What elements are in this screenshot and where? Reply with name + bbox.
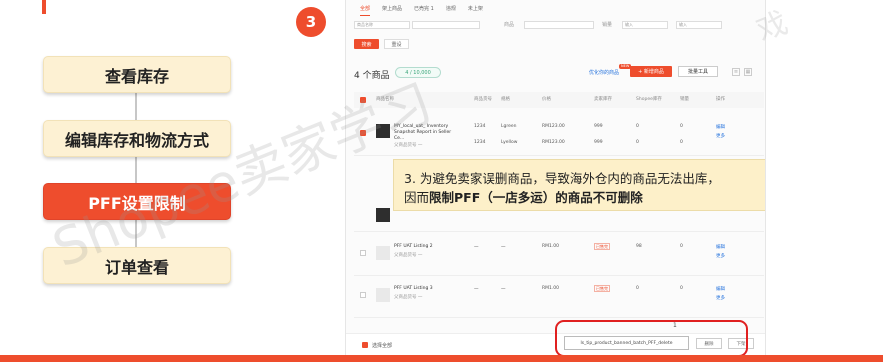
sales: 0 bbox=[680, 124, 683, 129]
step-number-badge: 3 bbox=[296, 7, 326, 37]
product-count: 4 个商品 bbox=[354, 71, 390, 81]
col-price: 价格 bbox=[542, 97, 551, 102]
product-name-input[interactable] bbox=[412, 21, 480, 29]
col-shopee-stock: Shopee库存 bbox=[636, 97, 662, 102]
product-count-badge: 4 / 10,000 bbox=[395, 67, 441, 78]
parent-sku: 父商品货号 一 bbox=[394, 253, 423, 258]
sales-min-input[interactable]: 输入 bbox=[622, 21, 668, 29]
sales: 0 bbox=[680, 244, 683, 249]
col-sku: 商品货号 bbox=[474, 97, 492, 102]
step-pff-restriction: PFF设置限制 bbox=[43, 183, 231, 220]
sku: 1234 bbox=[474, 124, 486, 129]
sales: 0 bbox=[680, 286, 683, 291]
step-flow: 查看库存 编辑库存和物流方式 PFF设置限制 订单查看 bbox=[43, 56, 231, 286]
sku: 1234 bbox=[474, 140, 486, 145]
table-row: MY_local_uat_ Inventory Snapshot Report … bbox=[354, 116, 764, 156]
variation: Lyellow bbox=[501, 140, 518, 145]
product-name[interactable]: MY_local_uat_ Inventory Snapshot Report … bbox=[394, 124, 456, 142]
row-checkbox[interactable] bbox=[360, 292, 366, 298]
search-button[interactable]: 搜索 bbox=[354, 39, 379, 49]
sales-label: 销量 bbox=[602, 22, 613, 28]
edit-link[interactable]: 编辑 bbox=[716, 124, 725, 130]
highlight-oval bbox=[555, 320, 748, 357]
variation: Lgreen bbox=[501, 124, 517, 129]
product-thumbnail bbox=[376, 246, 390, 260]
step-view-inventory: 查看库存 bbox=[43, 56, 231, 93]
seller-stock: 999 bbox=[594, 140, 603, 145]
price: RM1.00 bbox=[542, 286, 560, 291]
shopee-stock: 98 bbox=[636, 244, 642, 249]
callout-bold: 限制PFF（一店多运）的商品不可删除 bbox=[429, 190, 643, 205]
col-sales: 销量 bbox=[680, 97, 689, 102]
parent-sku: 父商品货号 一 bbox=[394, 295, 423, 300]
row-checkbox[interactable] bbox=[360, 130, 366, 136]
table-row: PFF UAT Listing 3 父商品货号 一 一 一 RM1.00 已售完… bbox=[354, 278, 764, 318]
callout-prefix: 因而 bbox=[404, 190, 430, 205]
status-badge: 已售完 bbox=[594, 243, 610, 250]
parent-sku: 父商品货号 一 bbox=[394, 143, 423, 148]
product-name-select[interactable]: 商品名称 bbox=[354, 21, 410, 29]
select-all-checkbox[interactable] bbox=[360, 97, 366, 103]
product-name[interactable]: PFF UAT Listing 2 bbox=[394, 244, 456, 250]
tab-unlisted[interactable]: 未上架 bbox=[468, 4, 483, 16]
col-seller-stock: 卖家库存 bbox=[594, 97, 612, 102]
shopee-stock: 0 bbox=[636, 124, 639, 129]
product-name[interactable]: PFF UAT Listing 3 bbox=[394, 286, 456, 292]
product-thumbnail bbox=[376, 208, 390, 222]
batch-tools-button[interactable]: 批量工具 bbox=[678, 66, 718, 77]
corner-mark bbox=[42, 0, 46, 14]
callout-line-1: 3. 为避免卖家误删商品，导致海外仓内的商品无法出库， bbox=[404, 171, 720, 186]
shopee-stock: 0 bbox=[636, 140, 639, 145]
col-actions: 操作 bbox=[716, 97, 725, 102]
table-row: PFF UAT Listing 2 父商品货号 一 一 一 RM1.00 已售完… bbox=[354, 236, 764, 276]
step-edit-inventory-shipping: 编辑库存和物流方式 bbox=[43, 120, 231, 157]
tab-all[interactable]: 全部 bbox=[360, 4, 371, 16]
footer-select-all-checkbox[interactable] bbox=[362, 342, 368, 348]
optimize-products-link[interactable]: 优化你的商品 bbox=[589, 69, 619, 76]
add-product-button[interactable]: + 新增商品 bbox=[630, 66, 672, 77]
flow-connector bbox=[135, 76, 137, 266]
step-order-view: 订单查看 bbox=[43, 247, 231, 284]
variation: 一 bbox=[501, 287, 506, 292]
price: RM1.00 bbox=[542, 244, 560, 249]
product-thumbnail bbox=[376, 288, 390, 302]
more-link[interactable]: 更多 bbox=[716, 253, 725, 259]
edit-link[interactable]: 编辑 bbox=[716, 286, 725, 292]
sales: 0 bbox=[680, 140, 683, 145]
category-input[interactable] bbox=[524, 21, 594, 29]
shopee-stock: 0 bbox=[636, 286, 639, 291]
sales-max-input[interactable]: 输入 bbox=[676, 21, 722, 29]
status-badge: 已售完 bbox=[594, 285, 610, 292]
explanation-callout: 3. 为避免卖家误删商品，导致海外仓内的商品无法出库， 因而限制PFF（一店多运… bbox=[393, 159, 765, 211]
price: RM123.00 bbox=[542, 124, 565, 129]
table-header: 商品名称 商品货号 规格 价格 卖家库存 Shopee库存 销量 操作 bbox=[354, 92, 764, 108]
row-checkbox[interactable] bbox=[360, 250, 366, 256]
select-all-label: 选择全部 bbox=[372, 343, 393, 349]
product-thumbnail bbox=[376, 124, 390, 138]
price: RM123.00 bbox=[542, 140, 565, 145]
list-view-icon[interactable]: ≡ bbox=[732, 68, 740, 76]
product-tabs: 全部 架上商品 已売完 1 违规 未上架 bbox=[360, 4, 483, 18]
seller-center-screenshot: 全部 架上商品 已売完 1 违规 未上架 商品名称 商品 销量 输入 输入 搜索… bbox=[345, 0, 766, 355]
tab-violation[interactable]: 违规 bbox=[446, 4, 456, 16]
sku: 一 bbox=[474, 287, 479, 292]
tab-live[interactable]: 架上商品 bbox=[382, 4, 402, 16]
edit-link[interactable]: 编辑 bbox=[716, 244, 725, 250]
callout-line-2: 因而限制PFF（一店多运）的商品不可删除 bbox=[404, 188, 765, 207]
reset-button[interactable]: 重设 bbox=[384, 39, 409, 49]
grid-view-icon[interactable]: ▦ bbox=[744, 68, 752, 76]
col-product-name: 商品名称 bbox=[376, 97, 394, 102]
filter-row: 商品名称 商品 销量 输入 输入 bbox=[354, 21, 756, 31]
sku: 一 bbox=[474, 245, 479, 250]
seller-stock: 999 bbox=[594, 124, 603, 129]
variation: 一 bbox=[501, 245, 506, 250]
col-variation: 规格 bbox=[501, 97, 510, 102]
category-label: 商品 bbox=[504, 22, 515, 28]
bottom-accent-bar bbox=[0, 355, 883, 362]
more-link[interactable]: 更多 bbox=[716, 133, 725, 139]
tab-sold-out[interactable]: 已売完 1 bbox=[414, 4, 434, 16]
more-link[interactable]: 更多 bbox=[716, 295, 725, 301]
